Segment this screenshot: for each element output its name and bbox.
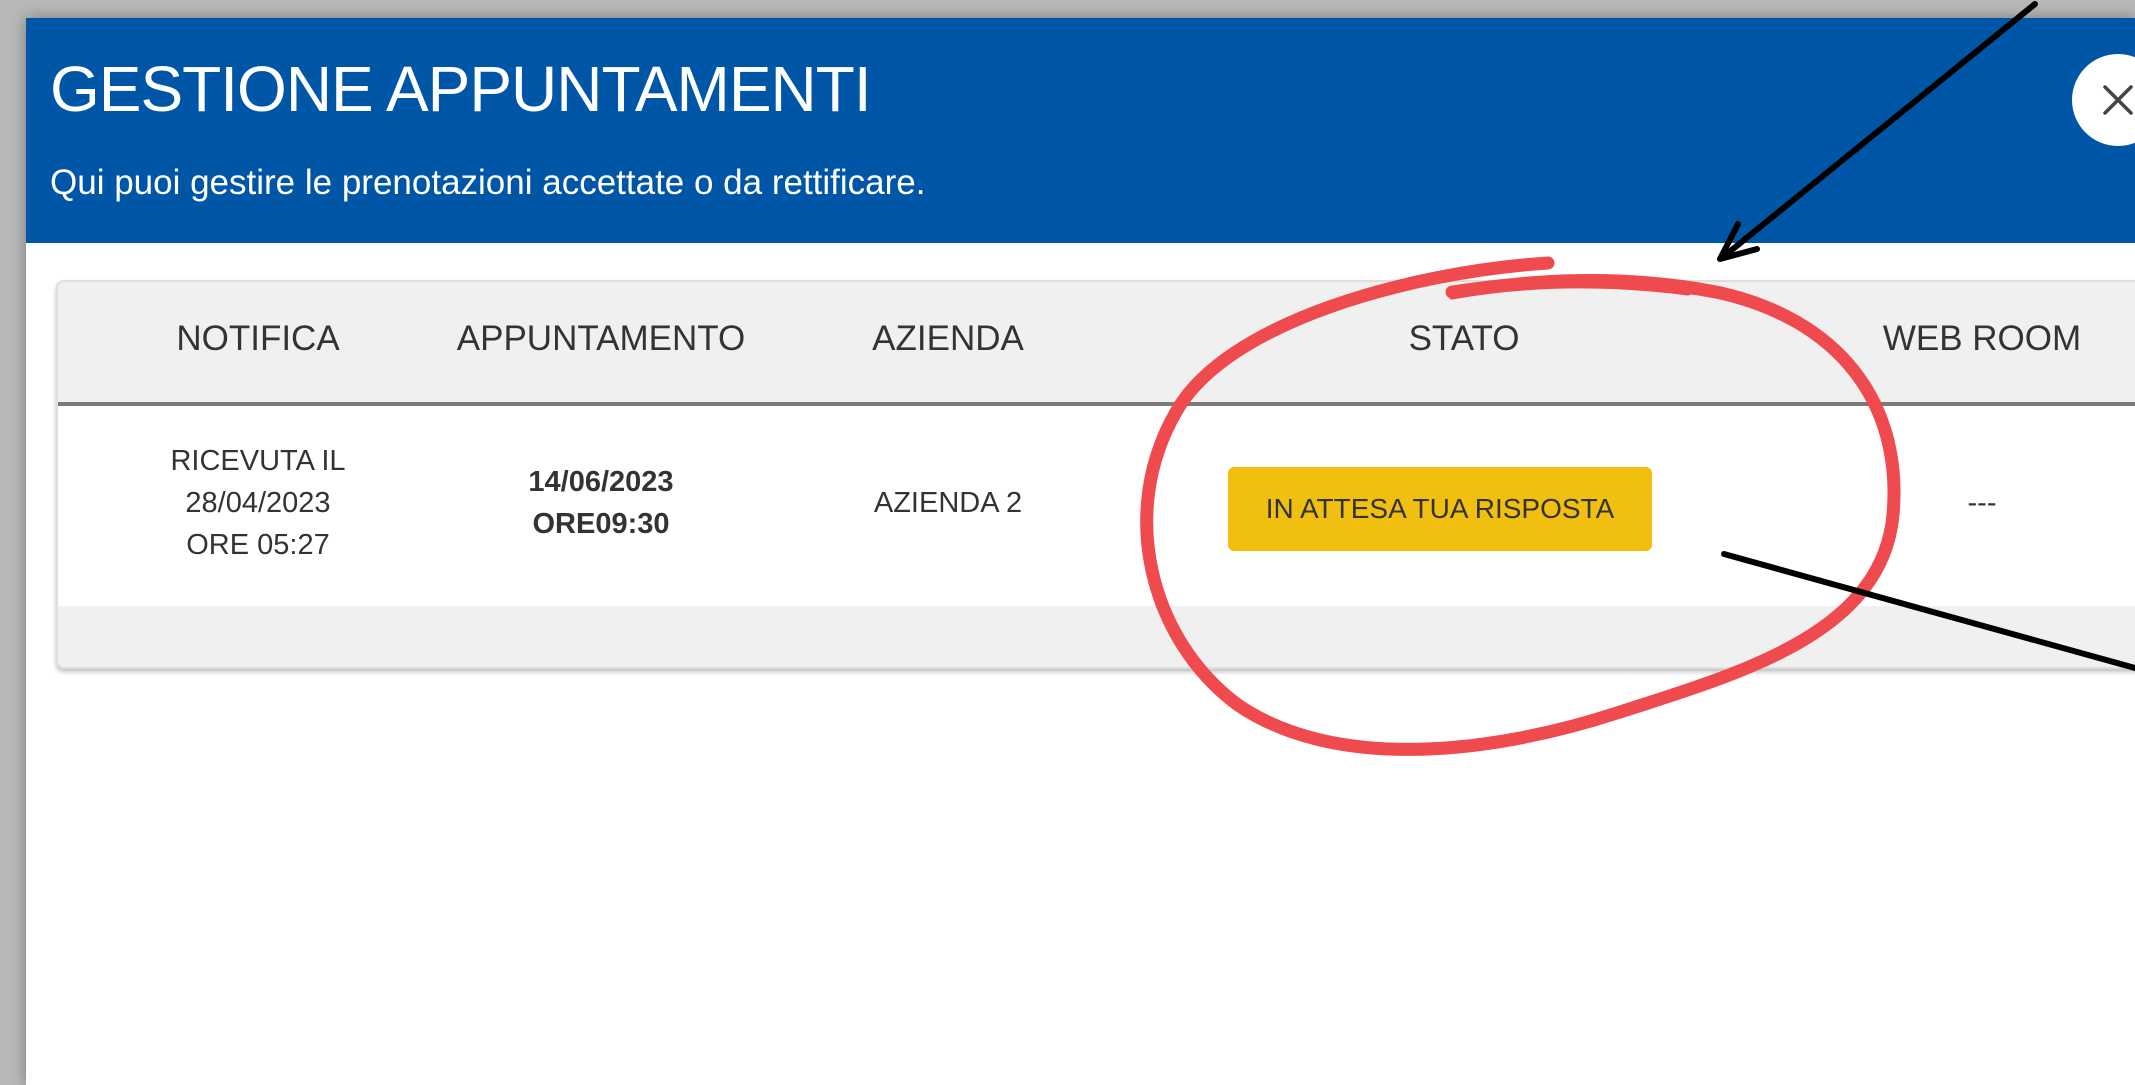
- table-row: RICEVUTA IL 28/04/2023 ORE 05:27 14/06/2…: [58, 406, 2135, 606]
- screenshot-stage: GESTIONE APPUNTAMENTI Qui puoi gestire l…: [0, 0, 2135, 1085]
- close-icon: [2103, 85, 2133, 115]
- status-badge[interactable]: IN ATTESA TUA RISPOSTA: [1228, 467, 1652, 551]
- column-header-stato: STATO: [1408, 319, 1520, 358]
- table-header: NOTIFICA APPUNTAMENTO AZIENDA STATO WEB …: [58, 282, 2135, 406]
- appointments-modal: GESTIONE APPUNTAMENTI Qui puoi gestire l…: [26, 18, 2135, 1085]
- column-header-appuntamento: APPUNTAMENTO: [456, 319, 746, 358]
- column-header-azienda: AZIENDA: [872, 319, 1024, 358]
- appointments-table: NOTIFICA APPUNTAMENTO AZIENDA STATO WEB …: [56, 280, 2135, 669]
- notification-cell: RICEVUTA IL 28/04/2023 ORE 05:27: [170, 440, 345, 566]
- notification-date: 28/04/2023: [185, 487, 331, 519]
- appointment-date: 14/06/2023: [528, 466, 674, 498]
- company-cell: AZIENDA 2: [873, 487, 1023, 519]
- modal-title: GESTIONE APPUNTAMENTI: [50, 53, 872, 125]
- appointment-time: ORE09:30: [532, 508, 670, 540]
- notification-time: ORE 05:27: [186, 529, 330, 561]
- modal-header: GESTIONE APPUNTAMENTI Qui puoi gestire l…: [26, 18, 2135, 243]
- web-room-cell: ---: [1967, 487, 1997, 519]
- column-header-notifica: NOTIFICA: [176, 319, 340, 358]
- column-header-web-room: WEB ROOM: [1882, 319, 2082, 358]
- notification-received-label: RICEVUTA IL: [170, 445, 346, 477]
- modal-subtitle: Qui puoi gestire le prenotazioni accetta…: [50, 163, 926, 202]
- appointment-cell: 14/06/2023 ORE09:30: [528, 461, 673, 545]
